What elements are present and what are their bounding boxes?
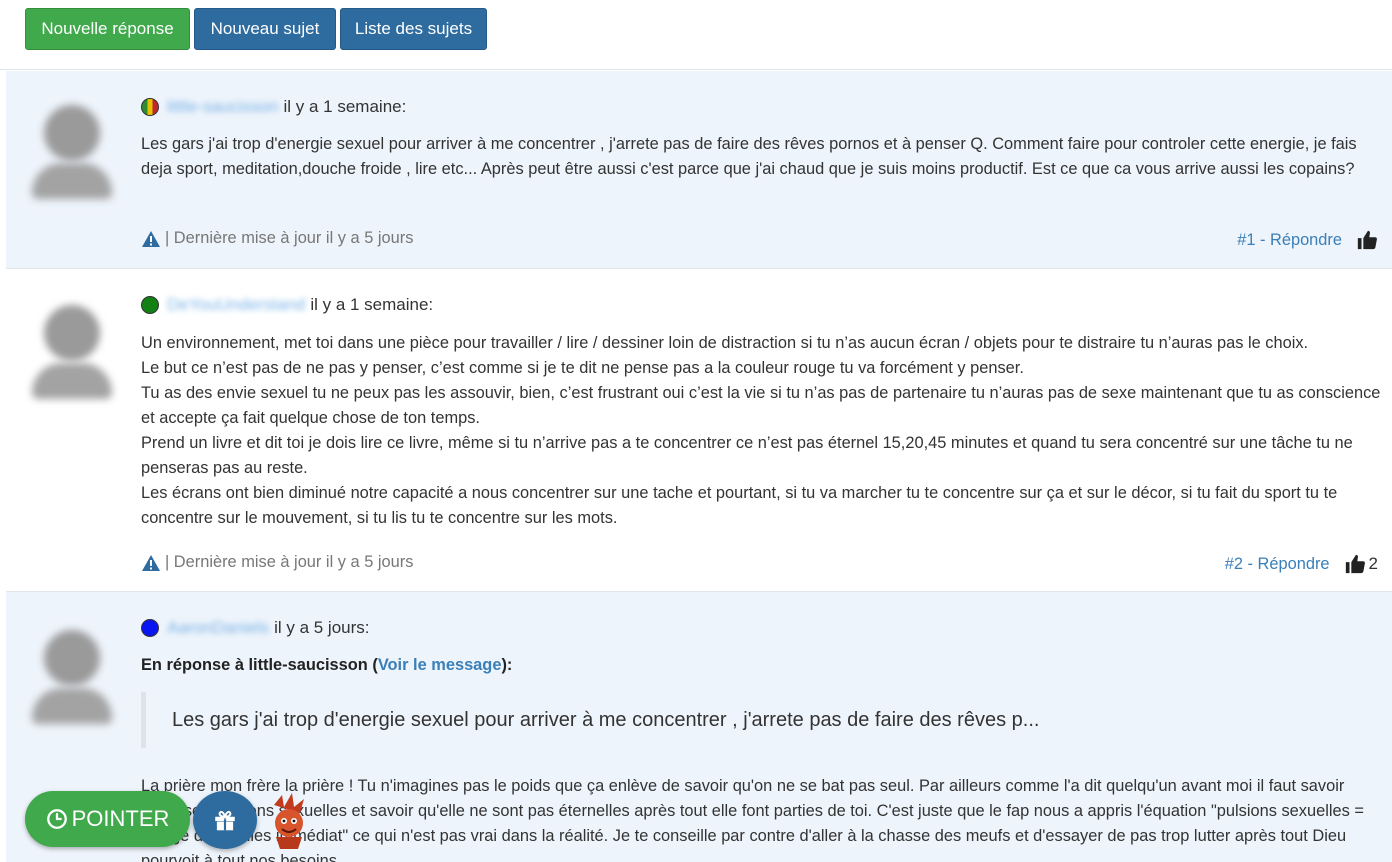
post-body: La prière mon frère la prière ! Tu n'ima… [141, 774, 1386, 862]
post-actions: #1 - Répondre [1237, 229, 1378, 251]
post-meta: DeYouUnderstand il y a 1 semaine: [141, 295, 433, 315]
post-paragraph: Prend un livre et dit toi je dois lire c… [141, 434, 1353, 477]
post-paragraph: Les gars j'ai trop d'energie sexuel pour… [141, 135, 1357, 178]
quote-text: Les gars j'ai trop d'energie sexuel pour… [172, 708, 1040, 731]
last-updated-text: | Dernière mise à jour il y a 5 jours [165, 553, 414, 571]
warning-triangle-icon[interactable] [141, 230, 161, 248]
quoted-message: Les gars j'ai trop d'energie sexuel pour… [141, 692, 1371, 748]
pointer-label: POINTER [71, 806, 170, 831]
topic-list-button[interactable]: Liste des sujets [340, 8, 487, 50]
gift-button[interactable] [193, 791, 257, 849]
post-username[interactable]: AaronDaniels [167, 618, 269, 638]
post-actions: #2 - Répondre 2 [1225, 553, 1378, 575]
post-time: il y a 1 semaine: [283, 97, 407, 116]
forum-post: DeYouUnderstand il y a 1 semaine: Un env… [6, 269, 1392, 592]
reply-to-prefix: En réponse à little-saucisson ( [141, 656, 378, 674]
clock-icon [46, 809, 67, 829]
like-button[interactable] [1356, 229, 1378, 251]
post-time: il y a 5 jours: [274, 618, 370, 637]
avatar[interactable] [28, 299, 112, 399]
post-username[interactable]: DeYouUnderstand [167, 295, 305, 315]
last-updated-text: | Dernière mise à jour il y a 5 jours [165, 229, 414, 247]
reply-to-suffix: ): [501, 656, 513, 674]
like-count: 2 [1368, 554, 1378, 573]
reply-link[interactable]: #1 - Répondre [1237, 231, 1342, 250]
post-body: Un environnement, met toi dans une pièce… [141, 331, 1381, 531]
avatar[interactable] [28, 99, 112, 199]
new-reply-button[interactable]: Nouvelle réponse [25, 8, 190, 50]
status-dot-icon [141, 619, 159, 637]
post-footer: | Dernière mise à jour il y a 5 jours [141, 553, 413, 572]
post-meta: little-saucisson il y a 1 semaine: [141, 97, 406, 117]
thumbs-up-icon [1357, 230, 1377, 250]
thumbs-up-icon [1345, 554, 1365, 574]
reply-to-header: En réponse à little-saucisson (Voir le m… [141, 656, 512, 675]
forum-post: little-saucisson il y a 1 semaine: Les g… [6, 71, 1392, 269]
forum-toolbar: Nouvelle réponse Nouveau sujet Liste des… [0, 0, 1392, 70]
mascot-icon[interactable] [266, 793, 312, 849]
avatar[interactable] [28, 624, 112, 724]
post-paragraph: Tu as des envie sexuel tu ne peux pas le… [141, 384, 1381, 427]
post-paragraph: La prière mon frère la prière ! Tu n'ima… [141, 777, 1364, 862]
post-meta: AaronDaniels il y a 5 jours: [141, 618, 370, 638]
new-topic-button[interactable]: Nouveau sujet [194, 8, 336, 50]
post-paragraph: Le but ce n’est pas de ne pas y penser, … [141, 359, 1024, 377]
view-message-link[interactable]: Voir le message [378, 656, 502, 674]
pointer-button[interactable]: POINTER [25, 791, 190, 847]
country-flag-icon [141, 98, 159, 116]
post-footer: | Dernière mise à jour il y a 5 jours [141, 229, 413, 248]
like-button[interactable]: 2 [1344, 553, 1378, 575]
gift-icon [215, 810, 235, 831]
post-paragraph: Les écrans ont bien diminué notre capaci… [141, 484, 1338, 527]
status-dot-icon [141, 296, 159, 314]
reply-link[interactable]: #2 - Répondre [1225, 555, 1330, 574]
post-paragraph: Un environnement, met toi dans une pièce… [141, 334, 1309, 352]
post-body: Les gars j'ai trop d'energie sexuel pour… [141, 132, 1381, 182]
warning-triangle-icon[interactable] [141, 554, 161, 572]
post-username[interactable]: little-saucisson [167, 97, 279, 117]
post-time: il y a 1 semaine: [310, 295, 434, 314]
